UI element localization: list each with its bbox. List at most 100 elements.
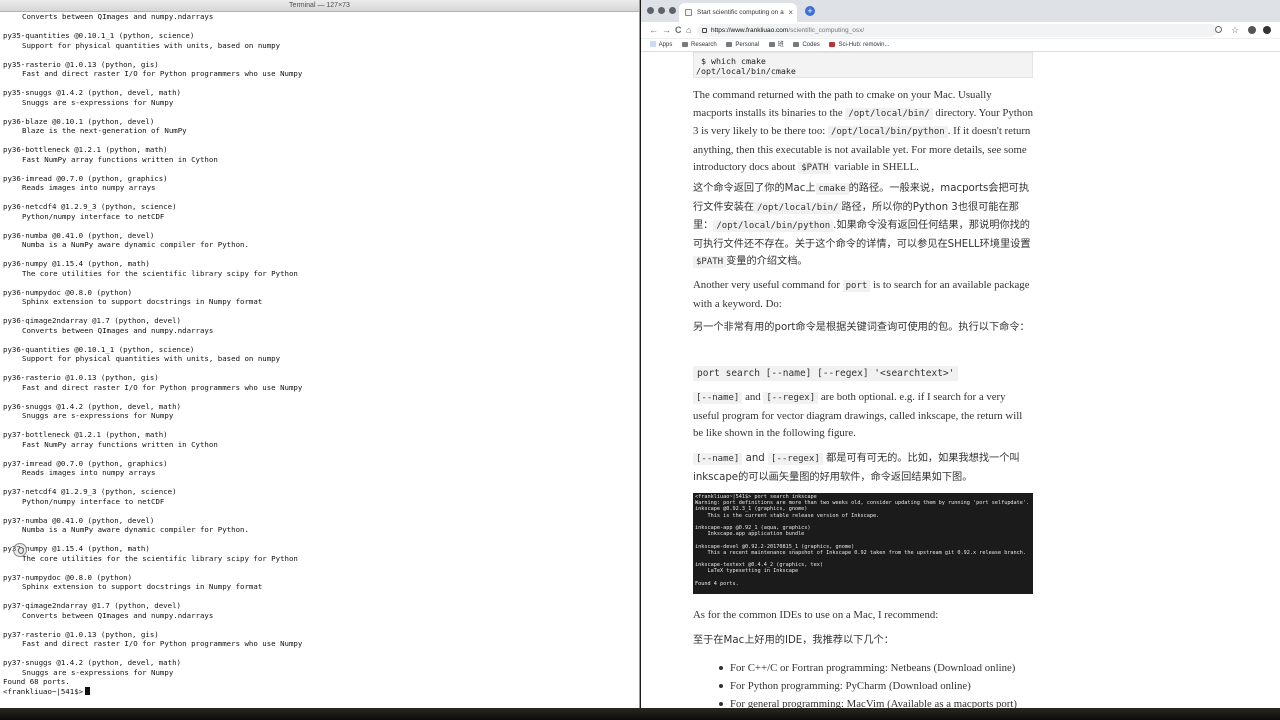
port-entry-description: Support for physical quantities with uni… (22, 40, 281, 50)
port-entry-name: py35-rasterio @1.0.13 (python, gis) (3, 59, 159, 69)
tab-title: Start scientific computing on a (697, 9, 784, 16)
port-entry-name: py37-rasterio @1.0.13 (python, gis) (3, 629, 159, 639)
port-entry-description: Snuggs are s-expressions for Numpy (22, 411, 174, 420)
port-entry-description: Reads images into numpy arrays (22, 183, 156, 192)
mouse-cursor-icon (13, 543, 27, 557)
forward-button[interactable]: → (662, 25, 671, 36)
close-window-icon[interactable] (647, 7, 654, 14)
bookmark-ban[interactable]: 班 (768, 39, 784, 52)
bookmark-research[interactable]: Research (682, 39, 717, 52)
zoom-window-icon[interactable] (669, 7, 676, 14)
tab-close-icon[interactable]: × (788, 3, 793, 22)
paragraph-cmake-path: The command returned with the path to cm… (693, 89, 1034, 174)
page-content[interactable]: $ which cmake/opt/local/bin/cmake The co… (641, 52, 1280, 708)
bookmark-personal[interactable]: Personal (726, 39, 759, 52)
ide-list: For C++/C or Fortran programming: Netbea… (719, 659, 1049, 708)
port-entry-name: py36-quantities @0.10.1_1 (python, scien… (3, 344, 195, 354)
port-entry-name: py37-bottleneck @1.2.1 (python, math) (3, 430, 168, 439)
paragraph-ide-intro: As for the common IDEs to use on a Mac, … (693, 609, 939, 621)
port-entry-name: py37-qimage2ndarray @1.7 (python, devel) (3, 601, 181, 610)
folder-icon (768, 41, 775, 47)
url-host: https://www.frankliuao.com (711, 27, 789, 34)
port-entry-name: py37-netcdf4 @1.2.9_3 (python, science) (3, 487, 177, 496)
port-entry-name: py37-imread @0.7.0 (python, graphics) (3, 458, 168, 468)
profile-icon[interactable] (1263, 26, 1271, 34)
port-entry-name: py36-rasterio @1.0.13 (python, gis) (3, 373, 159, 382)
port-entry-name: py36-numpydoc @0.8.0 (python) (3, 287, 133, 297)
port-entry-description: Numba is a NumPy aware dynamic compiler … (22, 525, 249, 534)
apps-grid-icon (649, 40, 656, 47)
port-entry-name: py36-numba @0.41.0 (python, devel) (3, 230, 155, 240)
found-ports-summary: Found 68 ports. (3, 677, 70, 686)
paragraph-ide-intro-zh: 至于在Mac上好用的IDE，我推荐以下几个： (693, 635, 894, 646)
paragraph-cmake-path-zh: 这个命令返回了你的Mac上 cmake 的路径。一般来说，macports会把可执行… (693, 183, 1031, 268)
lock-icon (702, 28, 707, 33)
port-entry-name: py37-numba @0.41.0 (python, devel) (3, 515, 155, 525)
bookmark-codes[interactable]: Codes (793, 39, 820, 52)
minimize-window-icon[interactable] (658, 7, 665, 14)
port-entry-description: The core utilities for the scientific li… (22, 268, 298, 278)
port-entry-description: Python/numpy interface to netCDF (22, 496, 165, 506)
code-port-search: port search [--name] [--regex] '<searcht… (693, 366, 959, 381)
port-entry-description: Python/numpy interface to netCDF (22, 211, 165, 221)
back-button[interactable]: ← (649, 25, 658, 36)
port-entry-name: py37-numpydoc @0.8.0 (python) (3, 572, 133, 582)
port-entry-name: py37-numpy @1.15.4 (python, math) (3, 544, 150, 553)
reload-button[interactable]: C (675, 25, 682, 36)
new-tab-button[interactable]: + (805, 6, 815, 16)
shell-prompt-line[interactable]: <frankliuao~|541$> (3, 686, 639, 697)
port-entry-description: Snuggs are s-expressions for Numpy (22, 667, 174, 677)
url-path: /scientific_computing_osx/ (788, 27, 865, 34)
list-item: For Python programming: PyCharm (Downloa… (719, 677, 1049, 695)
port-entry-name: py36-netcdf4 @1.2.9_3 (python, science) (3, 202, 177, 211)
paragraph-optional-args-zh: [--name] and [--regex] 都是可有可无的。比如，如果我想找一… (693, 453, 1020, 483)
browser-window: Start scientific computing on a × + ← → … (641, 0, 1280, 708)
terminal-window[interactable]: Terminal — 127×73 Converts between QImag… (0, 0, 640, 708)
search-icon[interactable] (1215, 26, 1222, 33)
screenshot-line: Found 4 ports. (695, 580, 739, 587)
page-favicon-icon (685, 9, 692, 16)
port-entry-name: py36-bottleneck @1.2.1 (python, math) (3, 145, 168, 154)
port-entry-description: Sphinx extension to support docstrings i… (22, 297, 263, 306)
terminal-title: Terminal — 127×73 (289, 2, 350, 9)
paragraph-port-search: Another very useful command for port is … (693, 279, 1030, 310)
bookmark-scihub[interactable]: Sci-Hub: removin... (829, 39, 889, 52)
scihub-icon (829, 41, 836, 47)
tab-scientific-computing[interactable]: Start scientific computing on a × (679, 3, 797, 22)
terminal-titlebar: Terminal — 127×73 (0, 0, 639, 12)
bookmark-apps[interactable]: Apps (649, 39, 672, 52)
address-bar[interactable]: https://www.frankliuao.com/scientific_co… (697, 24, 1217, 37)
list-item: For C++/C or Fortran programming: Netbea… (719, 659, 1049, 677)
port-entry-description: Fast NumPy array functions written in Cy… (22, 154, 218, 164)
terminal-output[interactable]: Converts between QImages and numpy.ndarr… (0, 12, 639, 696)
code-block-which-cmake: $ which cmake/opt/local/bin/cmake (693, 52, 1033, 78)
tab-bar: Start scientific computing on a × + (641, 0, 1280, 22)
extension-icon[interactable] (1248, 26, 1256, 34)
port-entry-description: Converts between QImages and numpy.ndarr… (22, 325, 214, 335)
home-button[interactable]: ⌂ (686, 25, 691, 36)
port-entry-description: Converts between QImages and numpy.ndarr… (22, 12, 214, 21)
folder-icon (682, 41, 689, 47)
bookmarks-bar: Apps Research Personal 班 Codes Sci-Hub: … (641, 39, 1280, 52)
port-entry-description: Fast and direct raster I/O for Python pr… (22, 382, 303, 392)
star-icon[interactable]: ☆ (1231, 26, 1239, 35)
port-entry-description: Reads images into numpy arrays (22, 468, 156, 477)
browser-toolbar: ← → C ⌂ https://www.frankliuao.com/scien… (641, 22, 1280, 39)
